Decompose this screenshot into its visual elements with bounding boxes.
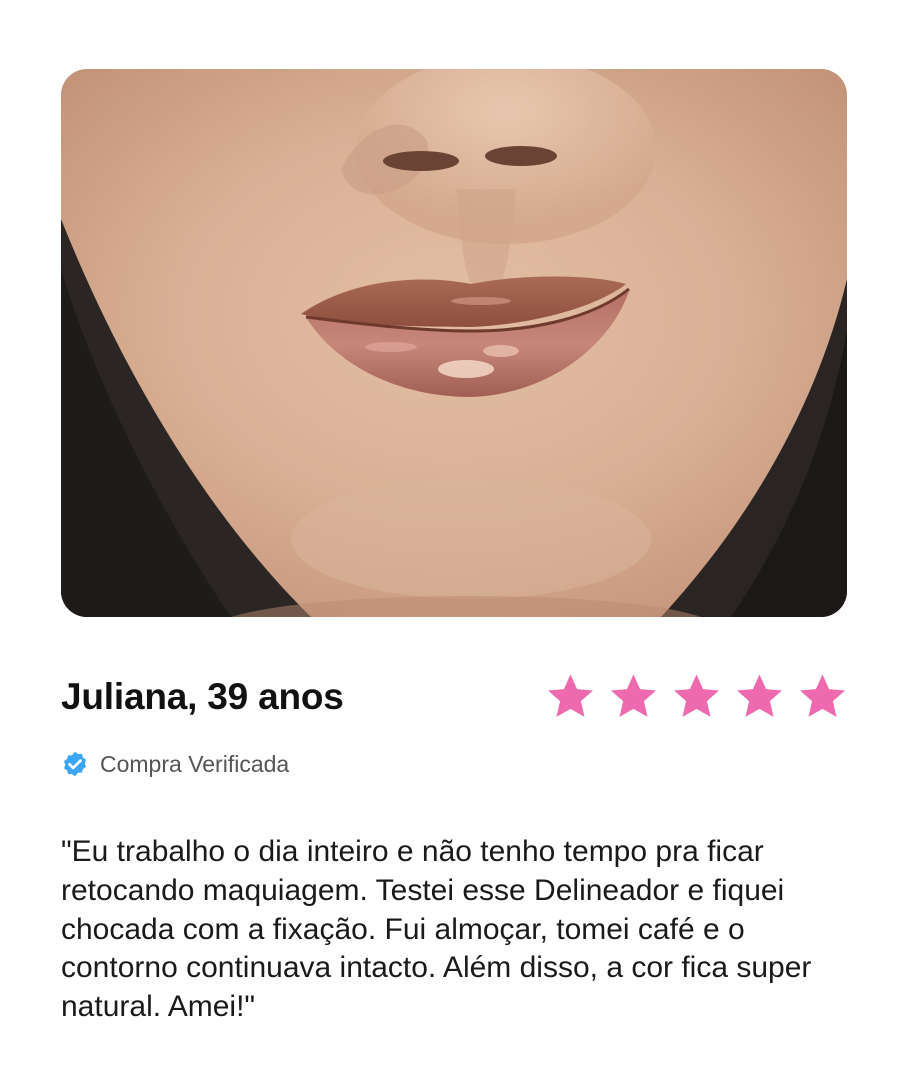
star-icon xyxy=(547,673,594,717)
verified-purchase: Compra Verificada xyxy=(61,746,289,782)
review-text: "Eu trabalho o dia inteiro e não tenho t… xyxy=(61,835,812,1024)
reviewer-name: Juliana, 39 anos xyxy=(61,676,344,717)
verified-label: Compra Verificada xyxy=(100,751,290,777)
star-icon xyxy=(610,673,657,717)
review-photo xyxy=(61,69,847,617)
star-icon xyxy=(799,673,846,717)
lips-photo-illustration xyxy=(61,69,847,617)
star-rating xyxy=(545,670,848,722)
check-badge-icon xyxy=(64,751,86,777)
star-icon xyxy=(673,673,720,717)
star-icon xyxy=(736,673,783,717)
